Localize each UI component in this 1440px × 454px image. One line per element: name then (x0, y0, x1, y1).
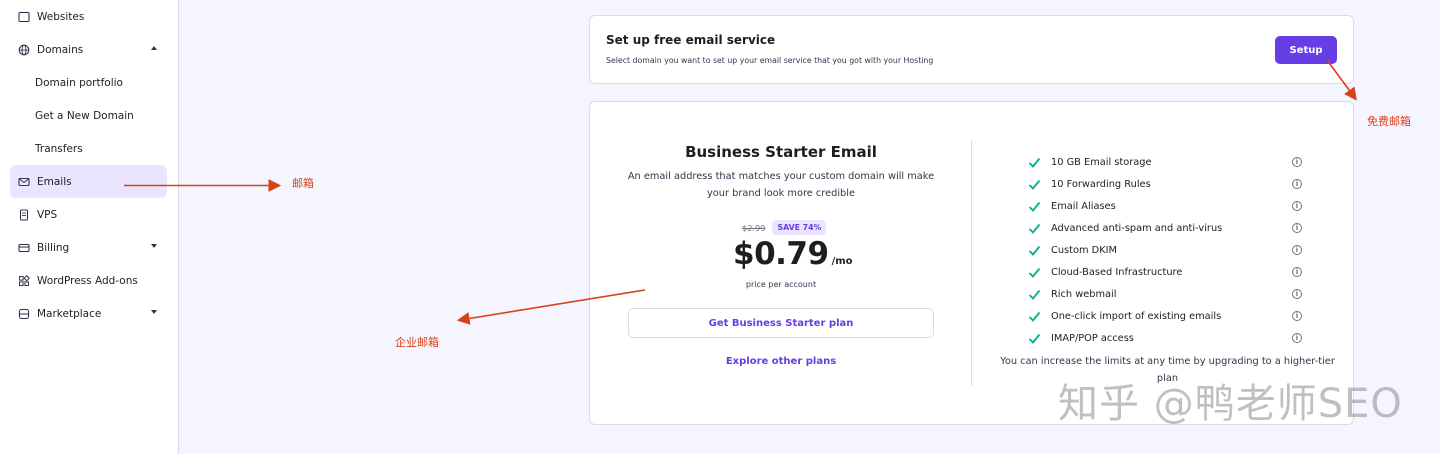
check-icon (1028, 178, 1041, 191)
feature-label: One-click import of existing emails (1051, 310, 1222, 322)
feature-label: Custom DKIM (1051, 244, 1117, 256)
globe-icon (17, 43, 31, 57)
price-note: price per account (745, 280, 817, 289)
sidebar-item-emails[interactable]: Emails (10, 165, 167, 198)
check-icon (1028, 310, 1041, 323)
sidebar-item-transfers[interactable]: Transfers (10, 132, 167, 165)
divider (971, 140, 972, 386)
check-icon (1028, 244, 1041, 257)
envelope-icon (17, 175, 31, 189)
puzzle-icon (17, 274, 31, 288)
annotation-free-email-label: 免费邮箱 (1367, 115, 1411, 128)
info-icon[interactable]: i (1292, 267, 1302, 277)
feature-label: IMAP/POP access (1051, 332, 1134, 344)
price-amount: $0.79 (733, 236, 829, 272)
annotation-business-email-label: 企业邮箱 (395, 336, 439, 349)
setup-button[interactable]: Setup (1275, 36, 1337, 64)
price: $0.79 /mo (733, 236, 853, 272)
get-plan-button[interactable]: Get Business Starter plan (628, 308, 934, 338)
sidebar-item-domain-portfolio[interactable]: Domain portfolio (10, 66, 167, 99)
save-badge: SAVE 74% (772, 220, 827, 235)
feature-label: Rich webmail (1051, 288, 1117, 300)
check-icon (1028, 156, 1041, 169)
free-email-card: Set up free email service Select domain … (589, 15, 1354, 84)
info-icon[interactable]: i (1292, 245, 1302, 255)
server-icon (17, 208, 31, 222)
feature-item: 10 Forwarding Rules i (1028, 173, 1302, 195)
info-icon[interactable]: i (1292, 179, 1302, 189)
check-icon (1028, 288, 1041, 301)
annotation-email-label: 邮箱 (292, 177, 314, 190)
sidebar-item-label: Emails (37, 175, 72, 188)
sidebar-item-marketplace[interactable]: Marketplace (10, 297, 167, 330)
feature-label: 10 Forwarding Rules (1051, 178, 1151, 190)
sidebar-item-wordpress-addons[interactable]: WordPress Add-ons (10, 264, 167, 297)
price-discount-row: $2.99 SAVE 74% (742, 220, 827, 235)
feature-label: Cloud-Based Infrastructure (1051, 266, 1183, 278)
chevron-up-icon (151, 46, 157, 50)
feature-item: Email Aliases i (1028, 195, 1302, 217)
explore-plans-link[interactable]: Explore other plans (590, 356, 972, 367)
sidebar-item-billing[interactable]: Billing (10, 231, 167, 264)
check-icon (1028, 266, 1041, 279)
feature-label: Email Aliases (1051, 200, 1116, 212)
free-email-title: Set up free email service (606, 33, 776, 47)
plan-title: Business Starter Email (685, 143, 877, 161)
feature-label: 10 GB Email storage (1051, 156, 1152, 168)
sidebar-item-label: Domains (37, 43, 84, 56)
sidebar-item-label: Websites (37, 10, 85, 23)
check-icon (1028, 222, 1041, 235)
feature-item: Cloud-Based Infrastructure i (1028, 261, 1302, 283)
info-icon[interactable]: i (1292, 311, 1302, 321)
info-icon[interactable]: i (1292, 201, 1302, 211)
watermark: 知乎 @鸭老师SEO (1058, 381, 1403, 427)
sidebar-item-label: Billing (37, 241, 70, 254)
feature-item: Advanced anti-spam and anti-virus i (1028, 217, 1302, 239)
info-icon[interactable]: i (1292, 333, 1302, 343)
old-price: $2.99 (742, 222, 766, 233)
sidebar-item-domains[interactable]: Domains (10, 33, 167, 66)
sidebar-item-label: Transfers (35, 142, 83, 155)
info-icon[interactable]: i (1292, 289, 1302, 299)
window-icon (17, 10, 31, 24)
sidebar-item-get-new-domain[interactable]: Get a New Domain (10, 99, 167, 132)
free-email-subtitle: Select domain you want to set up your em… (606, 56, 934, 65)
check-icon (1028, 332, 1041, 345)
sidebar-item-label: WordPress Add-ons (37, 274, 138, 287)
credit-card-icon (17, 241, 31, 255)
sidebar: Websites Domains Domain portfolio Get a … (0, 0, 179, 454)
chevron-down-icon (151, 310, 157, 314)
sidebar-item-vps[interactable]: VPS (10, 198, 167, 231)
info-icon[interactable]: i (1292, 223, 1302, 233)
sidebar-item-label: Marketplace (37, 307, 102, 320)
feature-item: 10 GB Email storage i (1028, 151, 1302, 173)
sidebar-item-label: Get a New Domain (35, 109, 134, 122)
feature-item: One-click import of existing emails i (1028, 305, 1302, 327)
feature-item: IMAP/POP access i (1028, 327, 1302, 349)
plan-description: An email address that matches your custo… (627, 171, 935, 199)
price-period: /mo (831, 256, 853, 267)
feature-list: 10 GB Email storage i 10 Forwarding Rules… (1028, 151, 1302, 349)
feature-item: Custom DKIM i (1028, 239, 1302, 261)
info-icon[interactable]: i (1292, 157, 1302, 167)
sidebar-item-label: Domain portfolio (35, 76, 123, 89)
feature-label: Advanced anti-spam and anti-virus (1051, 222, 1223, 234)
chevron-down-icon (151, 244, 157, 248)
sidebar-item-websites[interactable]: Websites (10, 0, 167, 33)
feature-item: Rich webmail i (1028, 283, 1302, 305)
sidebar-item-label: VPS (37, 208, 58, 221)
check-icon (1028, 200, 1041, 213)
store-icon (17, 307, 31, 321)
